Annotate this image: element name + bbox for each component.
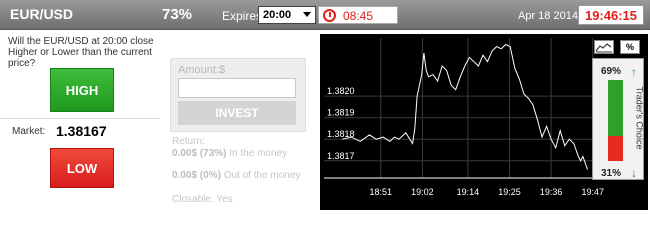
line-chart-icon[interactable] xyxy=(594,40,614,54)
traders-choice-low-bar xyxy=(608,136,623,161)
y-tick-label: 1.3819 xyxy=(327,108,355,118)
x-tick-label: 19:25 xyxy=(498,187,521,197)
low-button[interactable]: LOW xyxy=(50,148,114,188)
closable-label: Closable: Yes xyxy=(172,194,233,205)
payout-percent: 73% xyxy=(162,6,193,23)
current-time: 19:46:15 xyxy=(578,5,644,25)
header-bar: EUR/USD 73% Expires: 20:00 08:45 Apr 18 … xyxy=(0,0,650,30)
trade-question: Will the EUR/USD at 20:00 close Higher o… xyxy=(8,36,154,69)
countdown-timer: 08:45 xyxy=(318,6,398,24)
x-tick-label: 19:02 xyxy=(411,187,434,197)
traders-choice-low-percent: 31% xyxy=(601,168,622,179)
current-date: Apr 18 2014 xyxy=(518,10,578,22)
chevron-down-icon xyxy=(303,12,311,17)
percent-toggle[interactable]: % xyxy=(620,40,640,54)
in-money-value: 0.00$ (73%) xyxy=(172,148,227,159)
amount-label: Amount:$ xyxy=(178,64,226,76)
stopwatch-icon xyxy=(323,9,336,22)
invest-button[interactable]: INVEST xyxy=(178,101,296,125)
arrow-down-icon: ↓ xyxy=(631,166,637,180)
expires-value: 20:00 xyxy=(263,9,292,21)
asset-pair[interactable]: EUR/USD xyxy=(10,6,73,22)
in-money-label: In the money xyxy=(229,148,288,159)
out-money-value: 0.00$ (0%) xyxy=(172,170,221,181)
arrow-up-icon: ↑ xyxy=(631,65,637,79)
out-money-row: 0.00$ (0%) Out of the money xyxy=(172,170,300,181)
traders-choice-high-percent: 69% xyxy=(601,66,622,77)
amount-input[interactable] xyxy=(178,78,296,98)
x-tick-label: 19:47 xyxy=(581,187,604,197)
return-label: Return: xyxy=(172,136,205,147)
y-tick-label: 1.3817 xyxy=(327,151,355,161)
high-button[interactable]: HIGH xyxy=(50,68,114,112)
traders-choice-label: Trader's Choice xyxy=(634,86,645,150)
expires-select[interactable]: 20:00 xyxy=(258,6,316,24)
out-money-label: Out of the money xyxy=(223,170,301,181)
market-price: 1.38167 xyxy=(56,123,107,139)
divider xyxy=(0,118,160,119)
x-tick-label: 18:51 xyxy=(370,187,393,197)
market-label: Market: xyxy=(12,126,46,137)
in-money-row: 0.00$ (73%) In the money xyxy=(172,148,287,159)
x-tick-label: 19:36 xyxy=(540,187,563,197)
x-tick-label: 19:14 xyxy=(457,187,480,197)
countdown-value: 08:45 xyxy=(343,9,374,23)
y-tick-label: 1.3820 xyxy=(327,86,355,96)
traders-choice-high-bar xyxy=(608,80,623,136)
